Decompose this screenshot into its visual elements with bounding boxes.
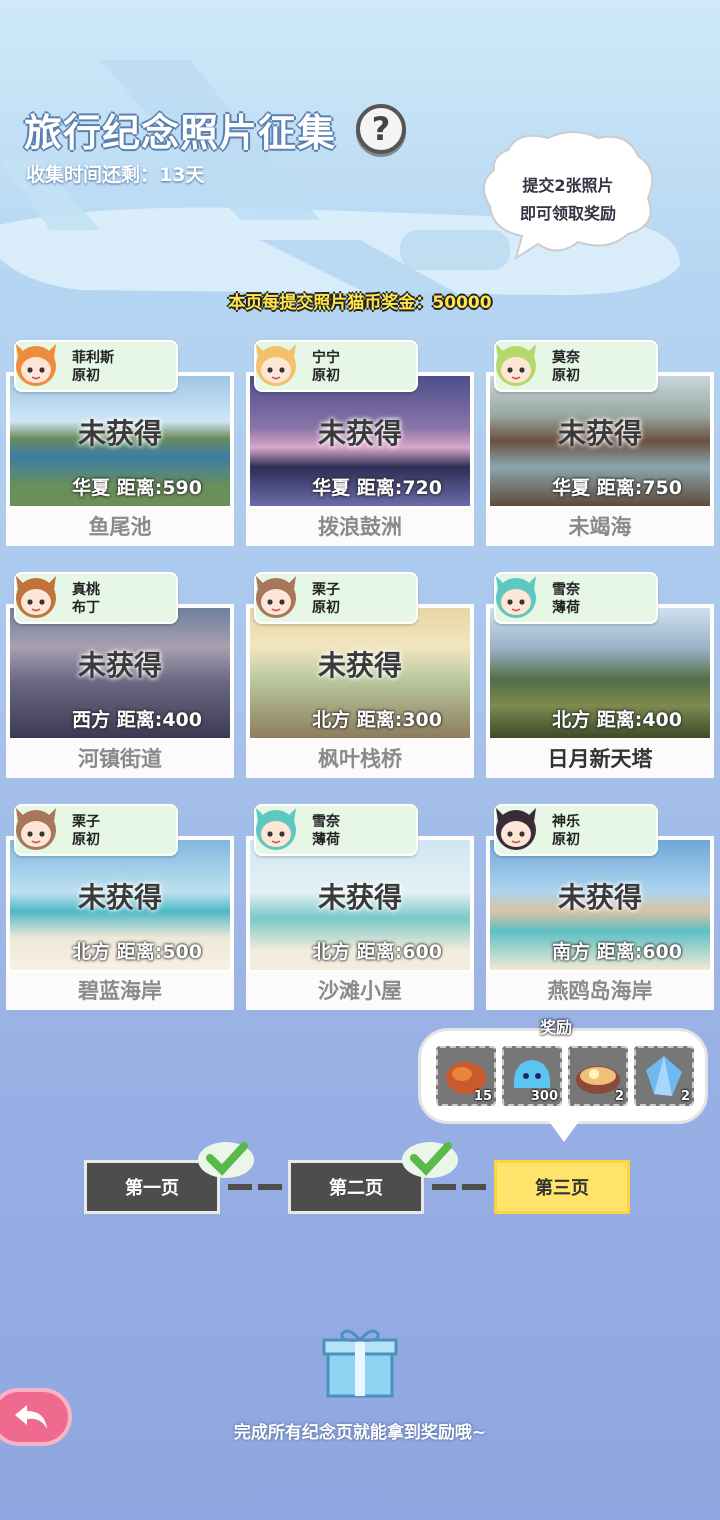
character-name: 栗子 xyxy=(72,814,100,830)
bonus-text: 本页每提交照片猫币奖金：50000 xyxy=(228,293,492,313)
character-outfit: 原初 xyxy=(552,832,580,848)
place-name: 碧蓝海岸 xyxy=(6,972,234,1010)
status-label: 未获得 xyxy=(317,417,402,450)
status-label: 未获得 xyxy=(77,417,162,450)
reward-qty: 15 xyxy=(473,1089,492,1104)
reward-item-crystal[interactable]: 2 xyxy=(634,1046,694,1106)
distance-label: 北方 距离:300 xyxy=(312,709,442,731)
status-label: 未获得 xyxy=(77,649,162,682)
location-photo[interactable]: 未获得 北方 距离:300 xyxy=(246,604,474,742)
character-name: 宁宁 xyxy=(312,350,340,366)
place-name: 日月新天塔 xyxy=(486,740,714,778)
distance-label: 北方 距离:500 xyxy=(72,941,202,963)
character-avatar-icon xyxy=(256,344,296,386)
bubble-line-1: 提交2张照片 xyxy=(522,176,614,195)
character-avatar-icon xyxy=(496,344,536,386)
bubble-line-2: 即可领取奖励 xyxy=(519,204,616,223)
distance-label: 南方 距离:600 xyxy=(552,941,682,963)
character-name: 真桃 xyxy=(72,582,100,598)
place-name: 鱼尾池 xyxy=(6,508,234,546)
location-photo[interactable]: 未获得 华夏 距离:750 xyxy=(486,372,714,510)
status-label: 未获得 xyxy=(317,649,402,682)
photo-card[interactable]: 未获得 华夏 距离:750 未竭海 莫奈 原初 xyxy=(486,340,714,546)
reward-qty: 2 xyxy=(614,1089,624,1104)
status-label: 未获得 xyxy=(557,881,642,914)
bubble-message: 提交2张照片 即可领取奖励 xyxy=(478,172,658,228)
help-button[interactable]: ? xyxy=(356,104,406,154)
photo-card[interactable]: 未获得 华夏 距离:720 拨浪鼓洲 宁宁 原初 xyxy=(246,340,474,546)
character-outfit: 原初 xyxy=(312,600,340,616)
place-name: 枫叶栈桥 xyxy=(246,740,474,778)
photo-card[interactable]: 未获得 北方 距离:500 碧蓝海岸 栗子 原初 xyxy=(6,804,234,1010)
character-avatar-icon xyxy=(16,344,56,386)
page-connector xyxy=(228,1184,252,1190)
place-name: 拨浪鼓洲 xyxy=(246,508,474,546)
distance-label: 西方 距离:400 xyxy=(72,709,202,731)
page-connector xyxy=(462,1184,486,1190)
page-3-button[interactable]: 第三页 xyxy=(494,1160,630,1214)
reward-qty: 300 xyxy=(530,1089,558,1104)
character-name: 栗子 xyxy=(312,582,340,598)
reward-item-meat[interactable]: 15 xyxy=(436,1046,496,1106)
photo-card[interactable]: 北方 距离:400 日月新天塔 雪奈 薄荷 xyxy=(486,572,714,778)
checkmark-icon xyxy=(402,1142,458,1178)
location-photo[interactable]: 未获得 北方 距离:600 xyxy=(246,836,474,974)
character-avatar-icon xyxy=(16,576,56,618)
character-outfit: 原初 xyxy=(72,368,100,384)
distance-label: 华夏 距离:720 xyxy=(312,477,442,499)
character-outfit: 原初 xyxy=(72,832,100,848)
character-avatar-icon xyxy=(496,808,536,850)
character-name: 菲利斯 xyxy=(72,350,114,366)
status-label: 未获得 xyxy=(77,881,162,914)
photo-card[interactable]: 未获得 北方 距离:300 枫叶栈桥 栗子 原初 xyxy=(246,572,474,778)
character-name: 雪奈 xyxy=(312,814,340,830)
countdown-text: 收集时间还剩：13天 xyxy=(26,164,205,186)
place-name: 河镇街道 xyxy=(6,740,234,778)
place-name: 未竭海 xyxy=(486,508,714,546)
character-avatar-icon xyxy=(256,576,296,618)
status-label: 未获得 xyxy=(557,417,642,450)
gift-icon[interactable] xyxy=(320,1324,400,1400)
location-photo[interactable]: 未获得 北方 距离:500 xyxy=(6,836,234,974)
place-name: 沙滩小屋 xyxy=(246,972,474,1010)
character-name: 神乐 xyxy=(552,814,580,830)
distance-label: 北方 距离:600 xyxy=(312,941,442,963)
location-photo[interactable]: 未获得 华夏 距离:590 xyxy=(6,372,234,510)
page-connector xyxy=(432,1184,456,1190)
distance-label: 华夏 距离:750 xyxy=(552,477,682,499)
page-title: 旅行纪念照片征集 xyxy=(24,111,337,155)
reward-item-slime[interactable]: 300 xyxy=(502,1046,562,1106)
photo-card[interactable]: 未获得 南方 距离:600 燕鸥岛海岸 神乐 原初 xyxy=(486,804,714,1010)
status-label: 未获得 xyxy=(317,881,402,914)
checkmark-icon xyxy=(198,1142,254,1178)
character-avatar-icon xyxy=(496,576,536,618)
reward-item-ramen[interactable]: 2 xyxy=(568,1046,628,1106)
location-photo[interactable]: 北方 距离:400 xyxy=(486,604,714,742)
location-photo[interactable]: 未获得 南方 距离:600 xyxy=(486,836,714,974)
reward-popup-tail xyxy=(548,1120,580,1142)
footer-hint: 完成所有纪念页就能拿到奖励哦~ xyxy=(233,1423,487,1443)
distance-label: 北方 距离:400 xyxy=(552,709,682,731)
character-outfit: 薄荷 xyxy=(312,832,340,848)
reward-qty: 2 xyxy=(680,1089,690,1104)
reward-title: 奖励 xyxy=(540,1018,573,1037)
character-outfit: 原初 xyxy=(552,368,580,384)
character-outfit: 布丁 xyxy=(72,600,100,616)
character-outfit: 薄荷 xyxy=(552,600,580,616)
place-name: 燕鸥岛海岸 xyxy=(486,972,714,1010)
character-name: 莫奈 xyxy=(552,350,580,366)
character-avatar-icon xyxy=(16,808,56,850)
character-name: 雪奈 xyxy=(552,582,580,598)
photo-card[interactable]: 未获得 华夏 距离:590 鱼尾池 菲利斯 原初 xyxy=(6,340,234,546)
photo-card[interactable]: 未获得 北方 距离:600 沙滩小屋 雪奈 薄荷 xyxy=(246,804,474,1010)
distance-label: 华夏 距离:590 xyxy=(72,477,202,499)
character-avatar-icon xyxy=(256,808,296,850)
location-photo[interactable]: 未获得 华夏 距离:720 xyxy=(246,372,474,510)
page-connector xyxy=(258,1184,282,1190)
photo-card[interactable]: 未获得 西方 距离:400 河镇街道 真桃 布丁 xyxy=(6,572,234,778)
location-photo[interactable]: 未获得 西方 距离:400 xyxy=(6,604,234,742)
character-outfit: 原初 xyxy=(312,368,340,384)
